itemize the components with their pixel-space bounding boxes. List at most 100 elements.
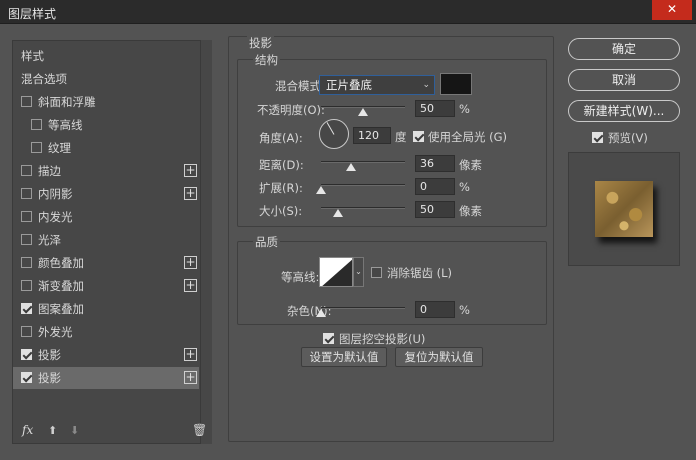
ok-button[interactable]: 确定 bbox=[568, 38, 680, 60]
knockout-checkbox[interactable] bbox=[323, 333, 334, 344]
blend-mode-value: 正片叠底 bbox=[326, 78, 372, 92]
global-light-checkbox[interactable] bbox=[413, 131, 424, 142]
style-item[interactable]: 渐变叠加 + bbox=[13, 275, 199, 297]
blend-mode-select[interactable]: 正片叠底 ⌄ bbox=[319, 75, 435, 95]
style-item[interactable]: 光泽 bbox=[13, 229, 199, 251]
spread-label: 扩展(R): bbox=[259, 181, 303, 195]
styles-header[interactable]: 样式 bbox=[21, 45, 207, 67]
style-checkbox[interactable] bbox=[21, 234, 32, 245]
opacity-field[interactable]: 50 bbox=[415, 100, 455, 117]
style-list-footer: fx ⬆ ⬇ 🗑 bbox=[12, 420, 212, 444]
layer-style-dialog: 样式 混合选项 斜面和浮雕 等高线 纹理 描边 + 内阴影 + 内发光 光泽 颜色叠加 + 渐变叠加 + 图… bbox=[0, 24, 696, 460]
distance-label: 距离(D): bbox=[259, 158, 304, 172]
cancel-button[interactable]: 取消 bbox=[568, 69, 680, 91]
preview-label[interactable]: 预览(V) bbox=[608, 130, 648, 146]
move-down-icon[interactable]: ⬇ bbox=[70, 424, 79, 437]
contour-curve-icon bbox=[322, 259, 352, 286]
style-checkbox[interactable] bbox=[21, 165, 32, 176]
make-default-button[interactable]: 设置为默认值 bbox=[301, 347, 387, 367]
style-item[interactable]: 等高线 bbox=[13, 114, 199, 136]
style-item[interactable]: 斜面和浮雕 bbox=[13, 91, 199, 113]
style-item[interactable]: 纹理 bbox=[13, 137, 199, 159]
distance-slider-thumb[interactable] bbox=[346, 163, 357, 171]
add-style-plus-icon[interactable]: + bbox=[184, 279, 197, 292]
style-item[interactable]: 混合选项 bbox=[13, 68, 199, 90]
style-item-label: 颜色叠加 bbox=[38, 256, 84, 270]
distance-unit: 像素 bbox=[459, 158, 482, 172]
close-button[interactable]: ✕ bbox=[652, 0, 692, 20]
noise-unit: % bbox=[459, 303, 470, 317]
style-item[interactable]: 外发光 bbox=[13, 321, 199, 343]
style-preview bbox=[568, 152, 680, 266]
blend-mode-label: 混合模式: bbox=[275, 79, 325, 93]
reset-default-button[interactable]: 复位为默认值 bbox=[395, 347, 483, 367]
style-checkbox[interactable] bbox=[21, 257, 32, 268]
noise-slider[interactable] bbox=[321, 307, 405, 309]
structure-title: 结构 bbox=[253, 52, 280, 68]
style-checkbox[interactable] bbox=[21, 372, 32, 383]
style-list-scrollbar[interactable] bbox=[200, 40, 212, 444]
opacity-label: 不透明度(O): bbox=[257, 103, 325, 117]
opacity-slider-thumb[interactable] bbox=[358, 108, 368, 116]
style-item[interactable]: 颜色叠加 + bbox=[13, 252, 199, 274]
fx-icon[interactable]: fx bbox=[22, 423, 33, 437]
angle-field[interactable]: 120 bbox=[353, 127, 391, 144]
spread-unit: % bbox=[459, 180, 470, 194]
noise-slider-thumb[interactable] bbox=[316, 309, 326, 317]
add-style-plus-icon[interactable]: + bbox=[184, 187, 197, 200]
distance-slider[interactable] bbox=[321, 161, 405, 163]
add-style-plus-icon[interactable]: + bbox=[184, 164, 197, 177]
angle-dial-needle bbox=[326, 122, 335, 135]
global-light-label[interactable]: 使用全局光 (G) bbox=[428, 129, 507, 145]
spread-slider[interactable] bbox=[321, 184, 405, 186]
noise-field[interactable]: 0 bbox=[415, 301, 455, 318]
preview-thumbnail bbox=[595, 181, 653, 237]
opacity-unit: % bbox=[459, 102, 470, 116]
size-slider-thumb[interactable] bbox=[332, 209, 343, 217]
style-item-label: 投影 bbox=[38, 371, 61, 385]
move-up-icon[interactable]: ⬆ bbox=[48, 424, 57, 437]
angle-dial[interactable] bbox=[319, 119, 349, 149]
size-label: 大小(S): bbox=[259, 204, 303, 218]
style-checkbox[interactable] bbox=[31, 142, 42, 153]
style-checkbox[interactable] bbox=[21, 303, 32, 314]
style-item-label: 内发光 bbox=[38, 210, 73, 224]
spread-field[interactable]: 0 bbox=[415, 178, 455, 195]
style-item-label: 等高线 bbox=[48, 118, 83, 132]
contour-preview[interactable] bbox=[319, 257, 353, 287]
style-item-label: 外发光 bbox=[38, 325, 73, 339]
style-checkbox[interactable] bbox=[21, 326, 32, 337]
style-list-panel: 样式 混合选项 斜面和浮雕 等高线 纹理 描边 + 内阴影 + 内发光 光泽 颜色叠加 + 渐变叠加 + 图… bbox=[12, 40, 212, 444]
shadow-color-swatch[interactable] bbox=[440, 73, 472, 95]
anti-alias-label[interactable]: 消除锯齿 (L) bbox=[387, 265, 452, 281]
spread-slider-thumb[interactable] bbox=[316, 186, 326, 194]
style-checkbox[interactable] bbox=[21, 280, 32, 291]
anti-alias-checkbox[interactable] bbox=[371, 267, 382, 278]
style-checkbox[interactable] bbox=[31, 119, 42, 130]
style-item[interactable]: 内阴影 + bbox=[13, 183, 199, 205]
add-style-plus-icon[interactable]: + bbox=[184, 371, 197, 384]
style-item[interactable]: 图案叠加 bbox=[13, 298, 199, 320]
style-checkbox[interactable] bbox=[21, 188, 32, 199]
style-item-label: 混合选项 bbox=[21, 72, 67, 86]
style-item-label: 内阴影 bbox=[38, 187, 73, 201]
style-item[interactable]: 投影 + bbox=[13, 367, 199, 389]
contour-dropdown[interactable]: ⌄ bbox=[353, 257, 364, 287]
style-item[interactable]: 内发光 bbox=[13, 206, 199, 228]
style-item[interactable]: 描边 + bbox=[13, 160, 199, 182]
knockout-label[interactable]: 图层挖空投影(U) bbox=[339, 331, 425, 347]
style-checkbox[interactable] bbox=[21, 96, 32, 107]
preview-checkbox[interactable] bbox=[592, 132, 603, 143]
section-title: 投影 bbox=[247, 35, 274, 51]
style-item-label: 描边 bbox=[38, 164, 61, 178]
size-field[interactable]: 50 bbox=[415, 201, 455, 218]
trash-icon[interactable]: 🗑 bbox=[192, 423, 207, 437]
new-style-button[interactable]: 新建样式(W)... bbox=[568, 100, 680, 122]
style-checkbox[interactable] bbox=[21, 211, 32, 222]
add-style-plus-icon[interactable]: + bbox=[184, 256, 197, 269]
add-style-plus-icon[interactable]: + bbox=[184, 348, 197, 361]
style-item[interactable]: 投影 + bbox=[13, 344, 199, 366]
distance-field[interactable]: 36 bbox=[415, 155, 455, 172]
chevron-down-icon: ⌄ bbox=[422, 80, 430, 90]
style-checkbox[interactable] bbox=[21, 349, 32, 360]
